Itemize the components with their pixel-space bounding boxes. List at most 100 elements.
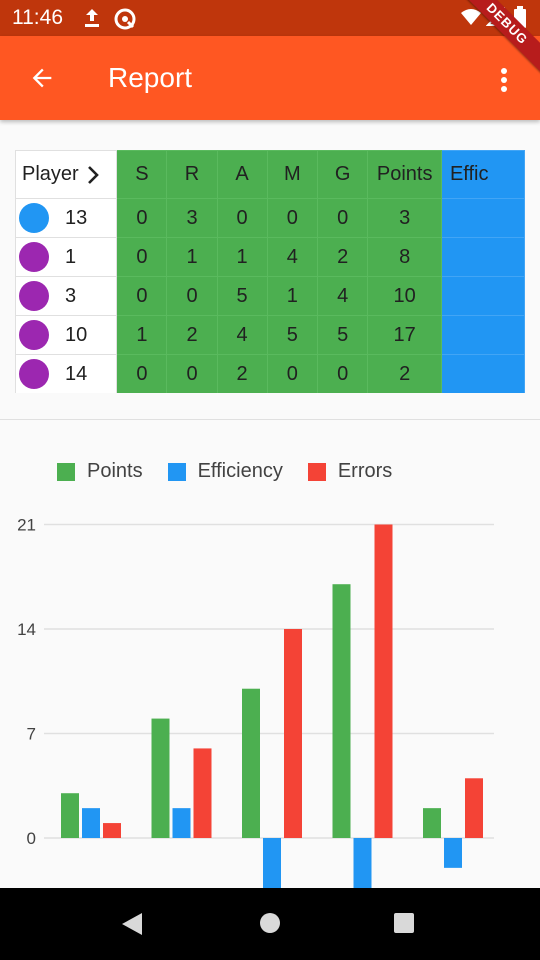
stat-cell: 0: [317, 198, 369, 238]
nav-home-button[interactable]: [259, 912, 281, 939]
system-nav-bar: [0, 888, 540, 960]
app-bar: Report: [0, 36, 540, 120]
column-header-r[interactable]: R: [166, 150, 218, 199]
wifi-icon: [460, 8, 482, 31]
bar-errors-3[interactable]: [284, 629, 302, 838]
sync-disabled-icon: [113, 7, 137, 36]
player-number: 3: [65, 284, 77, 307]
legend-label-errors: Errors: [337, 460, 393, 482]
nav-recents-button[interactable]: [393, 912, 415, 939]
player-avatar: [19, 281, 49, 311]
player-avatar: [19, 359, 49, 389]
column-header-m[interactable]: M: [266, 150, 319, 199]
legend-item-points: Points: [57, 460, 143, 483]
bar-efficiency-10[interactable]: [353, 838, 372, 888]
legend-label-efficiency: Efficiency: [197, 460, 283, 482]
stat-cell: 2: [216, 354, 268, 393]
stat-cell: 0: [317, 354, 369, 393]
stat-cell: 1: [166, 237, 218, 277]
legend-label-points: Points: [87, 460, 143, 482]
section-divider: [0, 419, 540, 420]
stat-cell: 0: [116, 198, 168, 238]
chevron-right-icon: [87, 165, 99, 184]
stat-cell: 1: [216, 237, 268, 277]
player-number: 14: [65, 362, 88, 385]
stat-cell: 0: [116, 276, 168, 316]
player-avatar: [19, 242, 49, 272]
circle-home-icon: [260, 913, 280, 933]
bar-efficiency-3[interactable]: [263, 838, 281, 888]
table-row[interactable]: 3 0 0 5 1 4 10: [15, 276, 525, 316]
stat-cell: 5: [317, 315, 369, 355]
efficiency-cell: [440, 354, 525, 393]
chart-legend: Points Efficiency Errors: [57, 460, 417, 483]
player-avatar: [19, 203, 49, 233]
stat-cell: 0: [166, 276, 218, 316]
bar-errors-1[interactable]: [193, 748, 212, 838]
player-cell[interactable]: 3: [15, 276, 118, 316]
bar-points-3[interactable]: [242, 688, 260, 838]
bar-errors-13[interactable]: [103, 823, 121, 838]
upload-icon: [82, 7, 102, 34]
bar-efficiency-1[interactable]: [172, 808, 191, 838]
bar-points-1[interactable]: [151, 718, 170, 838]
table-row[interactable]: 13 0 3 0 0 0 3: [15, 198, 525, 238]
stat-cell: 2: [317, 237, 369, 277]
status-bar: 11:46: [0, 0, 540, 36]
stat-cell: 0: [116, 237, 168, 277]
player-column-header[interactable]: Player: [15, 150, 118, 199]
legend-swatch-points: [57, 462, 75, 481]
y-tick-label: 7: [27, 725, 36, 744]
stat-cell: 3: [166, 198, 218, 238]
stat-cell: 0: [266, 354, 319, 393]
efficiency-cell: [440, 315, 525, 355]
legend-item-efficiency: Efficiency: [167, 460, 283, 483]
stats-table: Player S R A M G Points Effic 13 0 3 0 0 0 3 1 0…: [15, 150, 525, 393]
column-header-s[interactable]: S: [116, 150, 168, 199]
stat-cell: 1: [116, 315, 168, 355]
column-header-efficiency[interactable]: Effic: [440, 150, 525, 199]
bar-efficiency-14[interactable]: [444, 838, 462, 868]
page-title: Report: [108, 62, 193, 93]
table-row[interactable]: 14 0 0 2 0 0 2: [15, 354, 525, 393]
player-header-label: Player: [22, 163, 79, 185]
efficiency-cell: [440, 276, 525, 316]
stat-cell: 4: [266, 237, 319, 277]
bar-points-13[interactable]: [61, 793, 79, 838]
table-row[interactable]: 10 1 2 4 5 5 17: [15, 315, 525, 355]
table-header-row: Player S R A M G Points Effic: [15, 150, 525, 199]
bar-errors-14[interactable]: [465, 778, 483, 838]
bar-points-10[interactable]: [332, 584, 351, 838]
column-header-points[interactable]: Points: [367, 150, 442, 199]
bar-errors-10[interactable]: [374, 524, 393, 839]
bar-points-14[interactable]: [423, 808, 441, 838]
player-number: 13: [65, 206, 88, 229]
more-vert-icon: [501, 68, 507, 92]
player-cell[interactable]: 1: [15, 237, 118, 277]
nav-back-button[interactable]: [120, 912, 144, 941]
player-cell[interactable]: 14: [15, 354, 118, 393]
player-cell[interactable]: 10: [15, 315, 118, 355]
square-recents-icon: [394, 913, 414, 933]
stat-cell: 4: [216, 315, 268, 355]
efficiency-cell: [440, 198, 525, 238]
more-options-button[interactable]: [488, 60, 520, 100]
player-avatar: [19, 320, 49, 350]
stat-cell: 3: [367, 198, 442, 238]
column-header-a[interactable]: A: [216, 150, 268, 199]
stat-cell: 2: [166, 315, 218, 355]
table-row[interactable]: 1011428: [15, 237, 525, 277]
triangle-back-icon: [122, 913, 142, 935]
stat-cell: 2: [367, 354, 442, 393]
y-tick-label: 21: [17, 516, 36, 535]
player-cell[interactable]: 13: [15, 198, 118, 238]
bar-efficiency-13[interactable]: [82, 808, 100, 838]
bar-chart: 21 14 7 0: [17, 516, 494, 888]
stat-cell: 8: [367, 237, 442, 277]
back-button[interactable]: [22, 58, 62, 98]
column-header-g[interactable]: G: [317, 150, 369, 199]
stat-cell: 5: [216, 276, 268, 316]
player-number: 1: [65, 245, 77, 268]
arrow-back-icon: [32, 68, 52, 88]
status-time: 11:46: [12, 6, 63, 29]
